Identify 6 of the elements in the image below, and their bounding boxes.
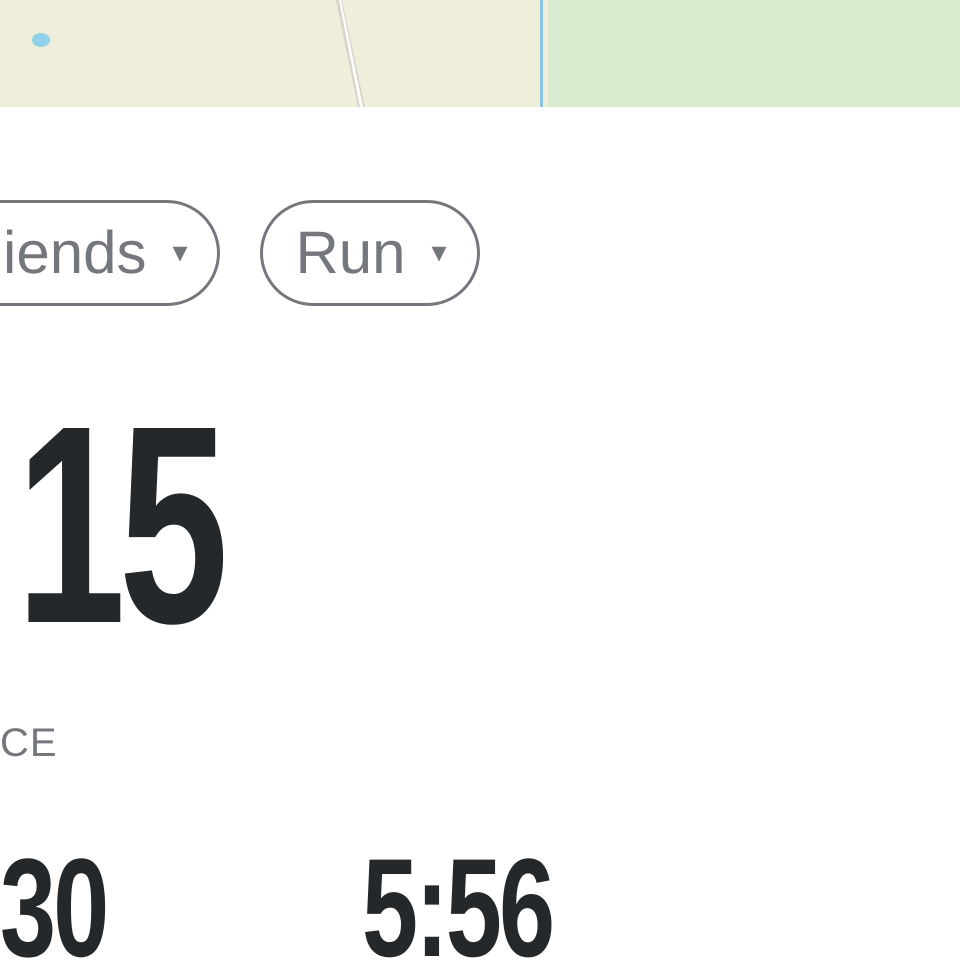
stat-value: 30	[0, 848, 104, 960]
filter-dropdown[interactable]: Run ▾	[260, 200, 480, 306]
distance-label: CE	[0, 721, 58, 766]
distance-value: 15	[16, 384, 222, 666]
stat-value: 5:56	[362, 848, 554, 960]
filter-dropdown[interactable]: iends ▾	[0, 200, 220, 306]
